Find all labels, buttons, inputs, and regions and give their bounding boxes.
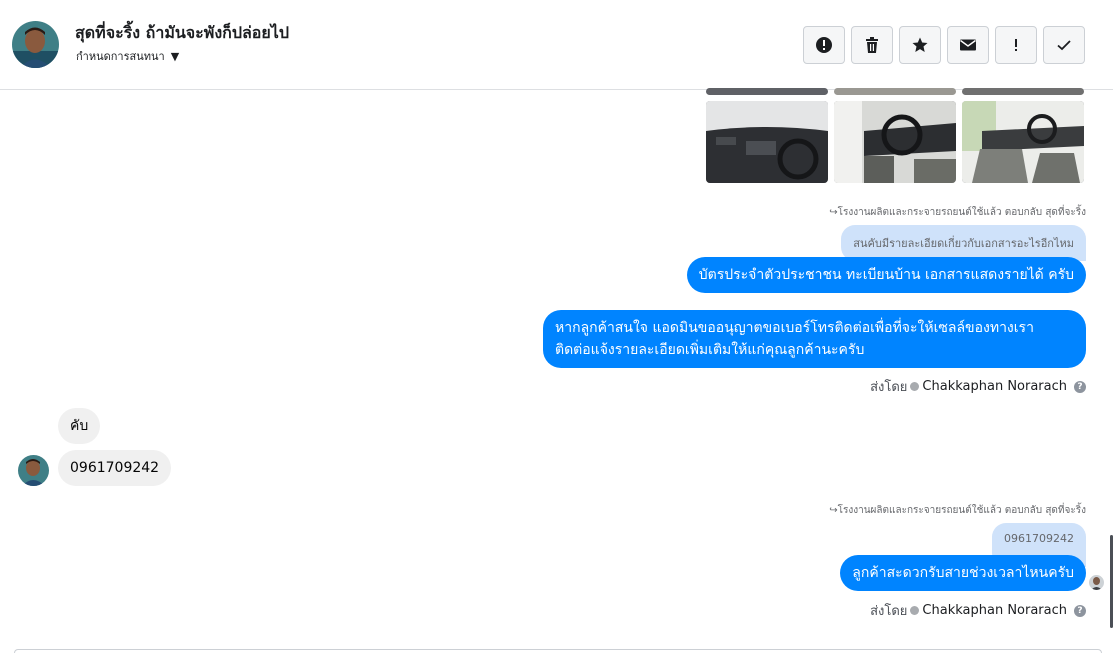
envelope-icon — [960, 39, 976, 51]
contact-name: สุดที่จะริ้ง ถ้ามันจะพังก็ปล่อยไป — [75, 23, 289, 42]
outgoing-message[interactable]: บัตรประจำตัวประชาชน ทะเบียนบ้าน เอกสารแส… — [686, 257, 1086, 293]
reply-context: ↪โรงงานผลิตและกระจายรถยนต์ใช้แล้ว ตอบกลั… — [829, 205, 1086, 220]
outgoing-message[interactable]: หากลูกค้าสนใจ แอดมินขออนุญาตขอเบอร์โทรติ… — [543, 310, 1086, 368]
trash-icon — [866, 37, 878, 53]
report-button[interactable] — [803, 26, 845, 64]
message-composer[interactable] — [14, 649, 1102, 653]
contact-avatar-small[interactable] — [18, 455, 49, 486]
messenger-conversation: สุดที่จะริ้ง ถ้ามันจะพังก็ปล่อยไป กำหนดก… — [0, 0, 1113, 653]
star-icon — [912, 37, 928, 52]
incoming-message[interactable]: 0961709242 — [58, 450, 172, 486]
sent-by-prefix: ส่งโดย — [870, 604, 908, 619]
incoming-message[interactable]: คับ — [58, 408, 101, 444]
seen-by-avatar — [1089, 575, 1104, 590]
car-photo-thumbnail[interactable] — [962, 88, 1084, 95]
car-photo-thumbnail[interactable] — [834, 88, 956, 95]
help-icon[interactable]: ? — [1074, 604, 1086, 617]
sent-by-label: ส่งโดย Chakkaphan Norarach ? — [870, 600, 1086, 621]
car-photo-thumbnail[interactable] — [706, 88, 828, 95]
conversation-toolbar — [803, 26, 1085, 64]
conversation-settings-label: กำหนดการสนทนา — [76, 50, 165, 63]
message-line: หากลูกค้าสนใจ แอดมินขออนุญาตขอเบอร์โทรติ… — [555, 320, 1034, 336]
check-icon — [1057, 40, 1071, 51]
verified-icon — [910, 382, 920, 391]
reply-context-text: โรงงานผลิตและกระจายรถยนต์ใช้แล้ว ตอบกลับ… — [837, 505, 1086, 516]
contact-avatar[interactable] — [12, 21, 59, 68]
message-line: ติดต่อแจ้งรายละเอียดเพิ่มเติมให้แก่คุณลู… — [555, 342, 865, 358]
car-dashboard-photo[interactable] — [706, 101, 828, 183]
car-seats-photo[interactable] — [962, 101, 1084, 183]
reply-context-text: โรงงานผลิตและกระจายรถยนต์ใช้แล้ว ตอบกลับ… — [837, 207, 1086, 218]
outgoing-message[interactable]: ลูกค้าสะดวกรับสายช่วงเวลาไหนครับ — [840, 555, 1086, 591]
verified-icon — [910, 606, 920, 615]
mark-unread-button[interactable] — [947, 26, 989, 64]
conversation-header: สุดที่จะริ้ง ถ้ามันจะพังก็ปล่อยไป กำหนดก… — [0, 0, 1113, 90]
star-button[interactable] — [899, 26, 941, 64]
help-icon[interactable]: ? — [1074, 380, 1086, 393]
reply-arrow-icon: ↪ — [829, 505, 838, 516]
caret-down-icon: ▼ — [170, 49, 180, 63]
sender-name[interactable]: Chakkaphan Norarach — [922, 603, 1067, 618]
important-button[interactable] — [995, 26, 1037, 64]
sender-name[interactable]: Chakkaphan Norarach — [922, 379, 1067, 394]
quoted-message[interactable]: สนคับมีรายละเอียดเกี่ยวกับเอกสารอะไรอีกไ… — [841, 225, 1086, 261]
conversation-settings-dropdown[interactable]: กำหนดการสนทนา ▼ — [76, 47, 179, 65]
car-steering-wheel-photo[interactable] — [834, 101, 956, 183]
reply-arrow-icon: ↪ — [829, 207, 838, 218]
delete-button[interactable] — [851, 26, 893, 64]
reply-context: ↪โรงงานผลิตและกระจายรถยนต์ใช้แล้ว ตอบกลั… — [829, 503, 1086, 518]
alert-circle-icon — [816, 37, 832, 53]
exclamation-icon — [1015, 39, 1017, 51]
sent-by-prefix: ส่งโดย — [870, 380, 908, 395]
sent-by-label: ส่งโดย Chakkaphan Norarach ? — [870, 376, 1086, 397]
mark-done-button[interactable] — [1043, 26, 1085, 64]
